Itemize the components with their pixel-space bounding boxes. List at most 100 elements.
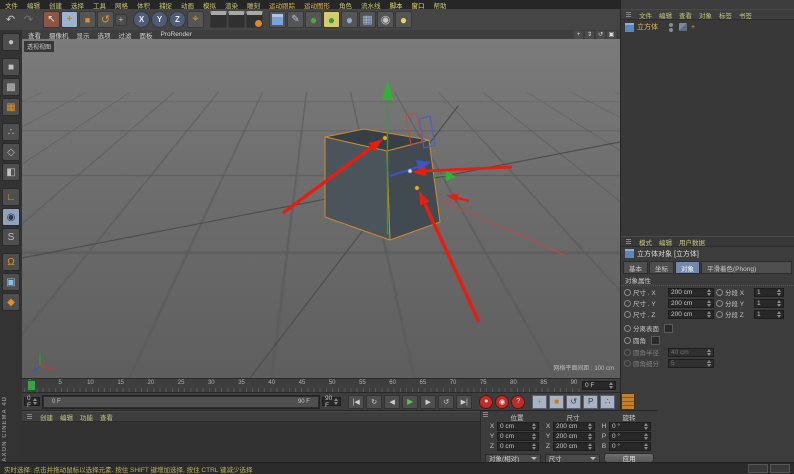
tab-basic[interactable]: 基本 [623,261,648,274]
vp-menu-display[interactable]: 显示 [77,30,90,40]
last-tool-icon[interactable]: + [115,13,127,26]
position-y-input[interactable]: 0 cm [497,431,539,441]
move-tool-icon[interactable]: + [61,11,78,28]
om-menu-view[interactable]: 查看 [679,10,692,20]
size-z-input[interactable]: 200 cm [553,441,595,451]
mm-menu-create[interactable]: 创建 [40,412,53,422]
panel-grip-icon[interactable] [626,14,631,15]
deformer-icon[interactable]: ● [323,11,340,28]
view-label[interactable]: 透视视图 [24,41,55,52]
am-menu-mode[interactable]: 模式 [639,237,652,247]
key-position-toggle[interactable]: + [532,394,548,409]
size-x-input[interactable]: 200 cm [553,421,595,431]
visibility-dots-icon[interactable] [669,22,673,32]
lock-workplane-icon[interactable]: ◆ [2,293,20,311]
live-selection-icon[interactable]: ↖ [43,11,60,28]
key-scale-toggle[interactable]: ■ [549,394,565,409]
record-options-button[interactable]: ? [511,394,526,409]
position-x-input[interactable]: 0 cm [497,421,539,431]
workplane-icon[interactable]: ▣ [2,273,20,291]
primitive-cube-icon[interactable] [269,11,286,28]
render-settings-icon[interactable] [246,11,263,28]
rotation-b-input[interactable]: 0 ° [609,441,651,451]
tab-object[interactable]: 对象 [675,261,700,274]
key-rotation-toggle[interactable]: ↺ [566,394,582,409]
timeline-ruler[interactable]: 05 1015 2025 3035 4045 5055 6065 7075 80… [22,378,620,392]
x-axis-lock-icon[interactable]: X [133,11,150,28]
object-label[interactable]: 立方体 [637,22,658,32]
rotate-view-icon[interactable]: ↺ [596,30,605,39]
am-menu-userdata[interactable]: 用户数据 [679,237,705,247]
keyframe-dot-icon[interactable] [716,310,723,318]
segments-x-input[interactable]: 1 [754,287,784,297]
keyframe-dot-icon[interactable] [624,299,631,307]
workplane-mode-icon[interactable]: ▦ [2,98,20,116]
undo-icon[interactable]: ↶ [2,11,19,28]
model-mode-icon[interactable]: ■ [2,58,20,76]
separate-surfaces-checkbox[interactable] [664,323,673,333]
range-end-field[interactable]: 90 F [321,395,342,409]
size-z-input[interactable]: 200 cm [668,309,714,319]
rotation-p-input[interactable]: 0 ° [609,431,651,441]
keyframe-dot-icon[interactable] [716,299,723,307]
key-parameter-toggle[interactable]: P [583,394,599,409]
light-icon[interactable]: ● [395,11,412,28]
rotation-h-input[interactable]: 0 ° [609,421,651,431]
rotate-tool-icon[interactable]: ↺ [97,11,114,28]
keyframe-dot-icon[interactable] [716,288,723,296]
perspective-viewport[interactable]: 查看 摄像机 显示 选项 过滤 面板 ProRender + ⇕ ↺ ▣ 透视视… [22,30,620,378]
mm-menu-view[interactable]: 查看 [100,412,113,422]
pan-view-icon[interactable]: + [574,30,583,39]
subdivision-surface-icon[interactable]: ● [305,11,322,28]
vp-menu-options[interactable]: 选项 [98,30,111,40]
y-axis-lock-icon[interactable]: Y [151,11,168,28]
render-view-icon[interactable] [210,11,227,28]
goto-end-button[interactable]: ▶| [456,394,473,409]
goto-start-button[interactable]: |◀ [348,394,365,409]
make-editable-icon[interactable]: ● [2,33,20,51]
panel-grip-icon[interactable] [626,241,631,242]
frame-range-slider[interactable]: 0 F 90 F [41,394,320,409]
position-z-input[interactable]: 0 cm [497,441,539,451]
tab-phong[interactable]: 平滑着色(Phong) [701,261,792,274]
scale-tool-icon[interactable]: ■ [79,11,96,28]
range-start-field[interactable]: 0 F [24,395,40,409]
play-button[interactable]: ▶ [402,394,419,409]
object-row-cube[interactable]: 立方体 + [621,20,794,34]
tab-coordinates[interactable]: 坐标 [649,261,674,274]
vp-menu-view[interactable]: 查看 [28,30,41,40]
environment-icon[interactable]: ● [341,11,358,28]
size-x-input[interactable]: 200 cm [668,287,714,297]
am-menu-edit[interactable]: 编辑 [659,237,672,247]
keyframe-dot-icon[interactable] [624,310,631,318]
coordinate-system-icon[interactable]: ⌖ [187,11,204,28]
camera-icon[interactable]: ◉ [377,11,394,28]
cube-object[interactable] [324,128,441,241]
toggle-views-icon[interactable]: ▣ [607,30,616,39]
loop-button[interactable]: ↺ [438,394,455,409]
vp-menu-filter[interactable]: 过滤 [119,30,132,40]
autokeying-button[interactable]: ◉ [495,394,510,409]
mm-menu-function[interactable]: 功能 [80,412,93,422]
om-menu-objects[interactable]: 对象 [699,10,712,20]
spline-pen-icon[interactable]: ✎ [287,11,304,28]
current-frame-marker[interactable] [27,380,36,391]
vp-menu-cameras[interactable]: 摄像机 [49,30,69,40]
instance-array-icon[interactable]: ▦ [359,11,376,28]
segments-z-input[interactable]: 1 [754,309,784,319]
viewport-solo-icon[interactable]: ◉ [2,208,20,226]
keyframe-dot-icon[interactable] [624,288,631,296]
keyframe-dot-icon[interactable] [624,336,631,344]
previous-frame-button[interactable]: ◀ [384,394,401,409]
z-axis-lock-icon[interactable]: Z [169,11,186,28]
axis-center-point[interactable] [407,168,413,174]
om-menu-file[interactable]: 文件 [639,10,652,20]
enable-axis-icon[interactable]: ∟ [2,188,20,206]
size-y-input[interactable]: 200 cm [553,431,595,441]
record-keyframe-button[interactable]: ● [479,394,494,409]
frame-ruler[interactable]: 05 1015 2025 3035 4045 5055 6065 7075 80… [24,379,580,392]
points-mode-icon[interactable]: ∴ [2,123,20,141]
vp-menu-panel[interactable]: 面板 [140,30,153,40]
om-menu-tags[interactable]: 标签 [719,10,732,20]
segments-y-input[interactable]: 1 [754,298,784,308]
